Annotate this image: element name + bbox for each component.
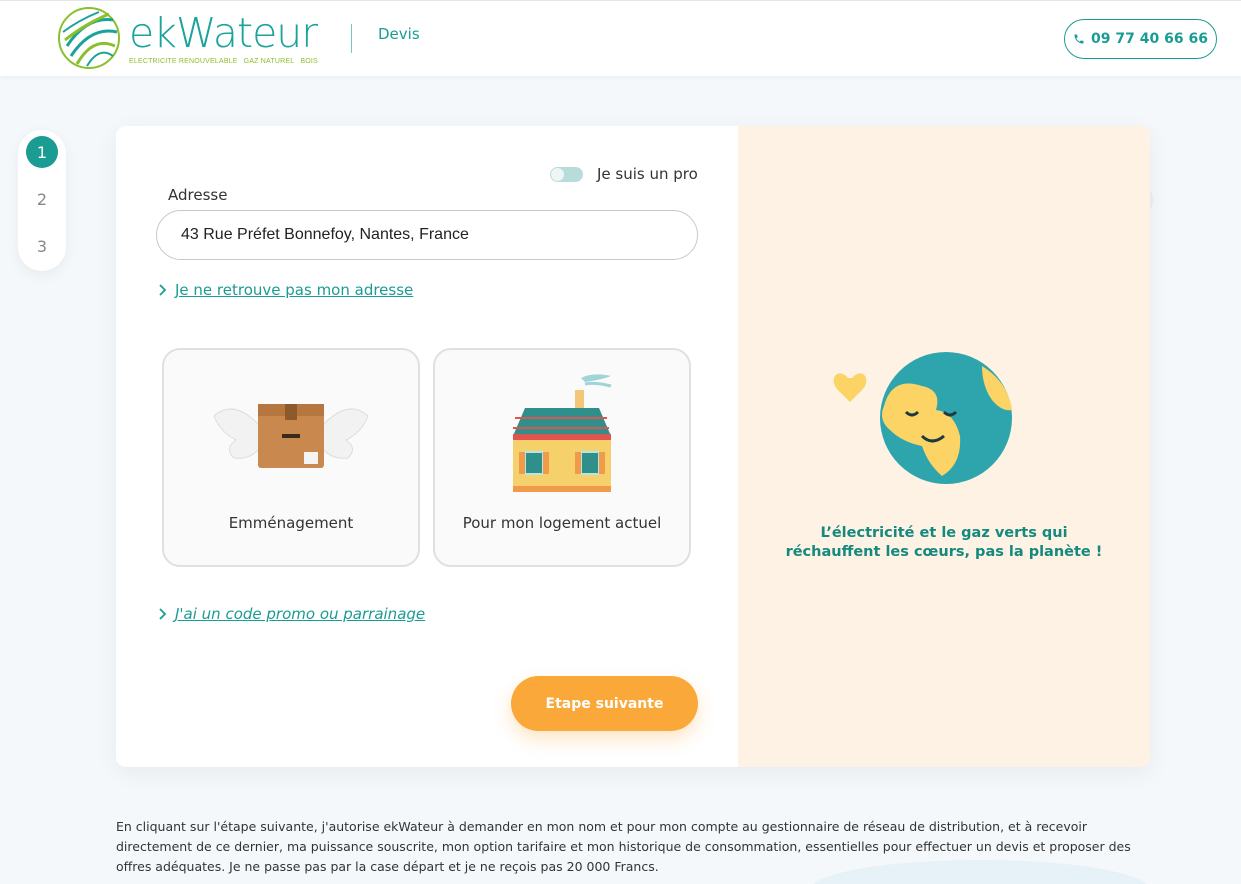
header-divider [351, 24, 352, 53]
pro-toggle[interactable]: Je suis un pro [550, 164, 700, 184]
top-header: ekWateur ELECTRICITE RENOUVELABLE GAZ NAT… [0, 0, 1241, 76]
choice-current-home[interactable]: Pour mon logement actuel [433, 348, 691, 567]
choice-current-home-label: Pour mon logement actuel [462, 514, 662, 532]
phone-icon [1074, 34, 1084, 44]
logo-leaf-icon [58, 7, 120, 69]
step-2[interactable]: 2 [26, 183, 58, 215]
choice-moving-in[interactable]: Emménagement [162, 348, 420, 567]
address-label: Adresse [168, 186, 228, 204]
logo-tagline: ELECTRICITE RENOUVELABLE GAZ NATUREL BOIS [129, 58, 318, 65]
phone-number: 09 77 40 66 66 [1091, 31, 1208, 47]
next-step-button[interactable]: Etape suivante [511, 676, 698, 731]
happy-earth-icon [833, 352, 1012, 484]
no-address-link-row[interactable]: Je ne retrouve pas mon adresse [158, 281, 413, 299]
step-3[interactable]: 3 [26, 230, 58, 262]
pro-toggle-switch[interactable] [550, 166, 583, 182]
quote-form-card: Je suis un pro Adresse Je ne retrouve pa… [116, 126, 1150, 767]
pro-toggle-label: Je suis un pro [597, 165, 698, 183]
logo-wordmark: ekWateur [129, 9, 318, 57]
section-title: Devis [378, 25, 420, 43]
house-icon [513, 374, 612, 492]
ekwateur-logo[interactable]: ekWateur ELECTRICITE RENOUVELABLE GAZ NAT… [57, 6, 329, 70]
phone-button[interactable]: 09 77 40 66 66 [1064, 19, 1217, 59]
step-indicator: 1 2 3 [18, 130, 66, 271]
address-input[interactable] [156, 210, 698, 260]
info-aside: L’électricité et le gaz verts qui réchau… [738, 126, 1150, 767]
promo-link-row[interactable]: J'ai un code promo ou parrainage [158, 605, 425, 623]
choice-moving-in-label: Emménagement [228, 514, 354, 532]
chevron-right-icon [159, 608, 167, 620]
flying-box-icon [213, 404, 369, 468]
step-1[interactable]: 1 [26, 136, 58, 168]
chevron-right-icon [159, 284, 167, 296]
promo-code-link[interactable]: J'ai un code promo ou parrainage [175, 605, 425, 623]
no-address-link[interactable]: Je ne retrouve pas mon adresse [175, 281, 413, 299]
aside-tagline: L’électricité et le gaz verts qui réchau… [785, 525, 1103, 560]
